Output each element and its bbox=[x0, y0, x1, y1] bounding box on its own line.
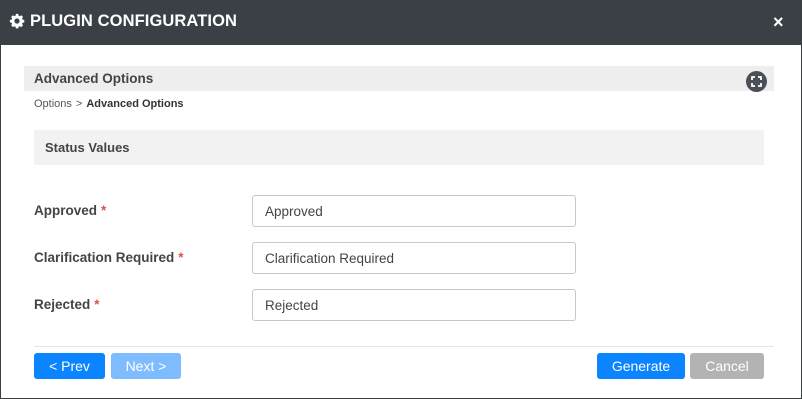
approved-label: Approved * bbox=[34, 203, 106, 218]
breadcrumb-separator: > bbox=[75, 98, 83, 110]
cancel-button[interactable]: Cancel bbox=[690, 353, 764, 379]
breadcrumb-parent[interactable]: Options bbox=[34, 98, 72, 110]
approved-input[interactable] bbox=[252, 195, 576, 227]
dialog-title: PLUGIN CONFIGURATION bbox=[30, 12, 238, 30]
clarification-required-label: Clarification Required * bbox=[34, 250, 184, 265]
close-icon[interactable]: × bbox=[773, 13, 785, 31]
breadcrumb-current: Advanced Options bbox=[86, 98, 184, 110]
gear-icon bbox=[9, 13, 25, 29]
next-button[interactable]: Next > bbox=[111, 353, 181, 379]
required-marker: * bbox=[178, 250, 184, 265]
approved-label-text: Approved bbox=[34, 203, 98, 218]
rejected-label-text: Rejected bbox=[34, 297, 91, 312]
rejected-input[interactable] bbox=[252, 289, 576, 321]
generate-button[interactable]: Generate bbox=[597, 353, 685, 379]
subsection-title: Status Values bbox=[45, 140, 130, 155]
breadcrumb: Options > Advanced Options bbox=[34, 98, 184, 110]
footer-divider bbox=[34, 346, 774, 347]
required-marker: * bbox=[94, 297, 100, 312]
clarification-required-input[interactable] bbox=[252, 242, 576, 274]
advanced-options-header: Advanced Options bbox=[24, 66, 774, 92]
expand-icon[interactable] bbox=[746, 71, 767, 92]
section-title: Advanced Options bbox=[34, 71, 154, 86]
status-values-header: Status Values bbox=[34, 130, 764, 165]
plugin-configuration-dialog: PLUGIN CONFIGURATION × Advanced Options … bbox=[0, 0, 802, 399]
dialog-titlebar: PLUGIN CONFIGURATION × bbox=[1, 1, 801, 45]
rejected-label: Rejected * bbox=[34, 297, 100, 312]
prev-button[interactable]: < Prev bbox=[34, 353, 105, 379]
required-marker: * bbox=[101, 203, 107, 218]
clarification-required-label-text: Clarification Required bbox=[34, 250, 175, 265]
